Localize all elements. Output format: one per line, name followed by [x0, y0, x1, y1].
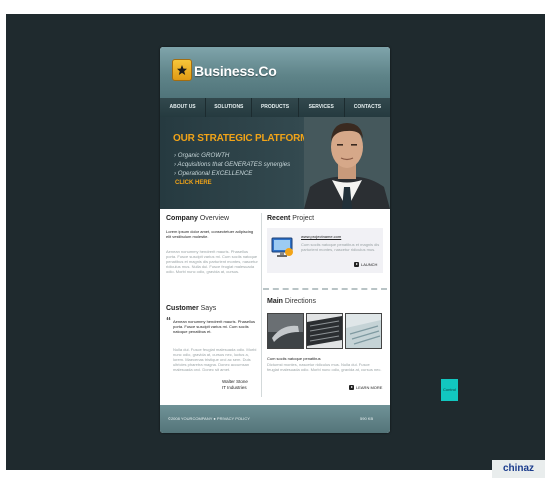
footer-size: 590 KB — [360, 416, 374, 421]
hero-banner: OUR STRATEGIC PLATFORM › Organic GROWTH … — [160, 117, 390, 209]
customer-quote: Aenean nonummy hendrerit mauris. Phasell… — [173, 319, 256, 334]
customer-body: Nulla dui. Fusce feugiat malesuada odio.… — [173, 347, 257, 372]
businessman-photo — [304, 117, 390, 209]
footer-copyright[interactable]: ©2008 YOURCOMPANY ● PRIVACY POLICY — [168, 416, 250, 421]
hero-title: OUR STRATEGIC PLATFORM — [173, 133, 309, 144]
nav-about-us[interactable]: ABOUT US — [160, 98, 207, 117]
direction-thumb-phone[interactable] — [267, 313, 304, 349]
control-button[interactable]: Control — [441, 379, 458, 401]
learn-more-label: LEARN MORE — [356, 385, 383, 390]
recent-project-title: Recent Project — [267, 215, 314, 222]
project-description: Cum sociis natoque penatibus et magnis d… — [301, 242, 380, 252]
arrow-right-icon — [349, 385, 354, 390]
website-template-preview: Business.Co ABOUT US SOLUTIONS PRODUCTS … — [160, 47, 390, 433]
hero-bullet: › Organic GROWTH — [174, 152, 230, 159]
hero-bullet: › Operational EXCELLENCE — [174, 170, 253, 177]
hero-bullet: › Acquisitions that GENERATES synergies — [174, 161, 291, 168]
customer-says-title: Customer Says — [166, 305, 216, 312]
title-bold: Company — [166, 215, 198, 222]
nav-products[interactable]: PRODUCTS — [252, 98, 299, 117]
company-body: Aenean nonummy hendrerit mauris. Phasell… — [166, 249, 258, 274]
dashed-divider — [263, 288, 387, 290]
main-nav: ABOUT US SOLUTIONS PRODUCTS SERVICES CON… — [160, 98, 390, 117]
title-bold: Recent — [267, 215, 291, 222]
direction-thumb-keyboard[interactable] — [306, 313, 343, 349]
title-light: Directions — [284, 298, 317, 305]
title-light: Overview — [199, 215, 230, 222]
customer-signature: Walter Stone IT Industries — [222, 379, 258, 391]
sign-company: IT Industries — [222, 385, 247, 390]
site-header: Business.Co — [160, 47, 390, 98]
directions-heading: Cum sociis natoque penatibus — [267, 356, 321, 361]
company-overview-title: Company Overview — [166, 215, 229, 222]
main-directions-title: Main Directions — [267, 298, 316, 305]
nav-solutions[interactable]: SOLUTIONS — [206, 98, 253, 117]
launch-button[interactable]: LAUNCH — [354, 262, 377, 267]
nav-contacts[interactable]: CONTACTS — [345, 98, 390, 117]
top-white-bar — [0, 0, 550, 14]
learn-more-button[interactable]: LEARN MORE — [349, 385, 382, 390]
content-area: Company Overview Lorem ipsum dolor amet,… — [160, 209, 390, 405]
arrow-right-icon — [354, 262, 359, 267]
bottom-white-strip — [0, 470, 550, 480]
nav-services[interactable]: SERVICES — [299, 98, 345, 117]
company-intro: Lorem ipsum dolor amet, consectetuer adi… — [166, 229, 254, 239]
logo-text[interactable]: Business.Co — [194, 63, 277, 79]
quote-mark-icon: “ — [166, 316, 171, 327]
title-light: Says — [200, 305, 217, 312]
chinaz-watermark: chinaz — [492, 460, 545, 478]
column-divider — [261, 213, 262, 397]
hero-bullet-list: › Organic GROWTH › Acquisitions that GEN… — [174, 151, 290, 178]
site-footer: ©2008 YOURCOMPANY ● PRIVACY POLICY 590 K… — [160, 405, 390, 433]
direction-thumb-laptop[interactable] — [345, 313, 382, 349]
directions-description: Dictumst montes, nascetur ridiculus mus.… — [267, 362, 382, 372]
launch-label: LAUNCH — [361, 262, 378, 267]
title-bold: Main — [267, 298, 283, 305]
title-light: Project — [292, 215, 315, 222]
recent-project-box: www.projectname.com Cum sociis natoque p… — [267, 228, 383, 273]
project-link[interactable]: www.projectname.com — [301, 234, 341, 239]
click-here-link[interactable]: CLICK HERE — [175, 180, 212, 186]
project-monitor-icon — [271, 237, 293, 257]
star-logo-icon — [172, 59, 192, 81]
title-bold: Customer — [166, 305, 199, 312]
